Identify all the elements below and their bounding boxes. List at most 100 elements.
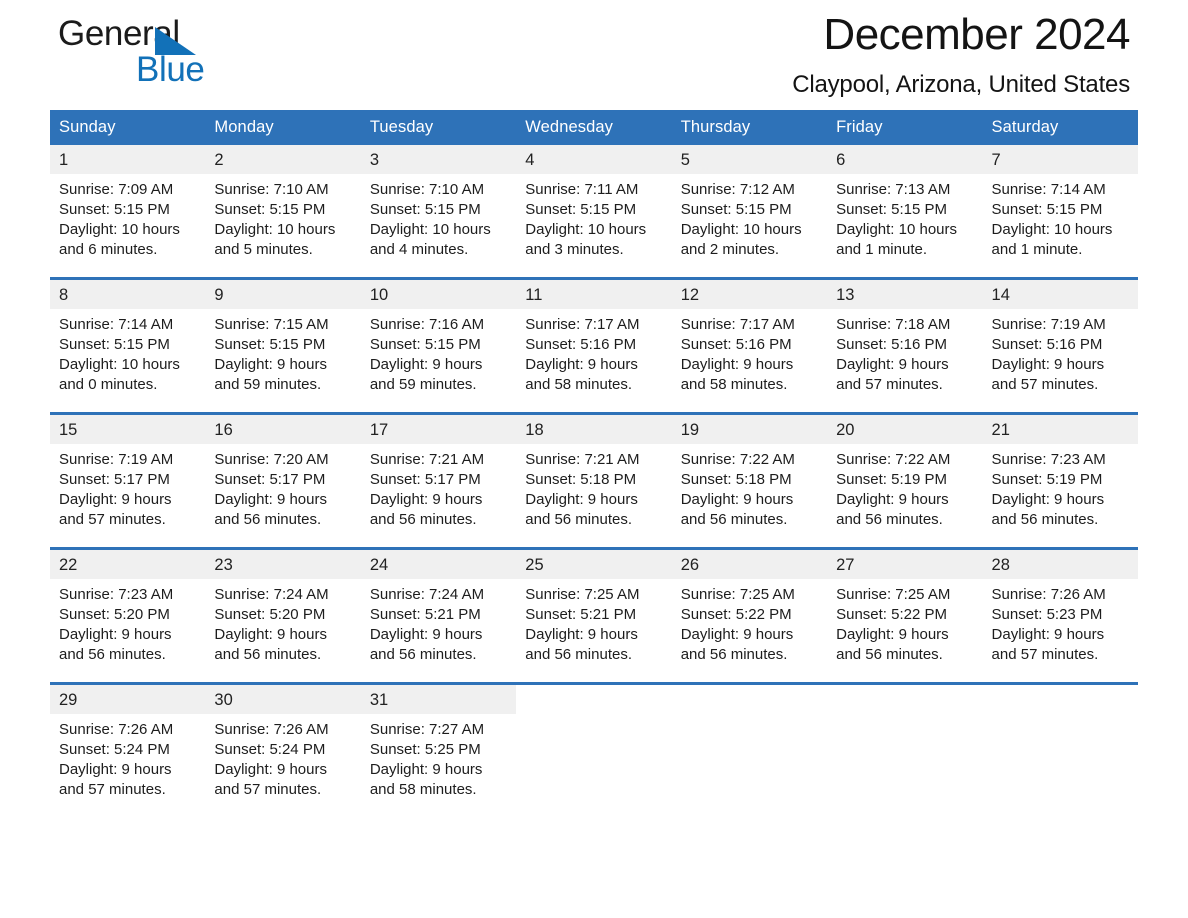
daylight-text-line1: Daylight: 10 hours	[836, 221, 958, 239]
weekday-header-monday: Monday	[205, 110, 361, 145]
day-number[interactable]: 25	[516, 546, 672, 579]
day-cell[interactable]: Sunrise: 7:23 AM Sunset: 5:19 PM Dayligh…	[982, 443, 1138, 549]
sunset-text: Sunset: 5:21 PM	[525, 605, 637, 623]
day-number[interactable]: 29	[50, 681, 206, 714]
daylight-text-line2: and 56 minutes.	[680, 510, 788, 528]
day-number[interactable]: 7	[982, 145, 1138, 175]
sunset-text: Sunset: 5:25 PM	[369, 740, 481, 758]
sunrise-text: Sunrise: 7:19 AM	[991, 316, 1106, 334]
day-cell[interactable]: Sunrise: 7:16 AM Sunset: 5:15 PM Dayligh…	[360, 309, 517, 414]
daylight-text-line2: and 56 minutes.	[991, 510, 1099, 528]
daylight-text-line1: Daylight: 10 hours	[214, 221, 336, 239]
day-cell[interactable]: Sunrise: 7:14 AM Sunset: 5:15 PM Dayligh…	[50, 309, 206, 414]
day-cell[interactable]: Sunrise: 7:14 AM Sunset: 5:15 PM Dayligh…	[982, 174, 1138, 279]
day-cell[interactable]: Sunrise: 7:17 AM Sunset: 5:16 PM Dayligh…	[671, 309, 828, 414]
day-number[interactable]: 1	[50, 145, 206, 175]
day-cell[interactable]: Sunrise: 7:25 AM Sunset: 5:21 PM Dayligh…	[516, 578, 672, 684]
day-cell[interactable]: Sunrise: 7:26 AM Sunset: 5:23 PM Dayligh…	[982, 578, 1138, 684]
day-number[interactable]: 6	[827, 145, 983, 175]
day-number[interactable]: 3	[360, 145, 517, 175]
daylight-text-line1: Daylight: 9 hours	[836, 625, 949, 643]
day-cell[interactable]: Sunrise: 7:12 AM Sunset: 5:15 PM Dayligh…	[671, 174, 828, 279]
sunset-text: Sunset: 5:16 PM	[680, 335, 792, 353]
day-cell-empty	[982, 713, 1138, 817]
sunset-text: Sunset: 5:15 PM	[369, 201, 481, 219]
sunset-text: Sunset: 5:15 PM	[59, 201, 170, 219]
day-number[interactable]: 11	[516, 276, 672, 310]
daylight-text-line1: Daylight: 9 hours	[369, 490, 483, 508]
day-number[interactable]: 17	[360, 411, 517, 444]
day-cell[interactable]: Sunrise: 7:13 AM Sunset: 5:15 PM Dayligh…	[827, 174, 983, 279]
daylight-text-line1: Daylight: 9 hours	[680, 355, 794, 373]
daylight-text-line1: Daylight: 9 hours	[680, 625, 794, 643]
daylight-text-line1: Daylight: 9 hours	[59, 760, 172, 778]
sunrise-text: Sunrise: 7:21 AM	[525, 450, 640, 468]
day-cell[interactable]: Sunrise: 7:27 AM Sunset: 5:25 PM Dayligh…	[360, 713, 517, 817]
day-number[interactable]: 4	[516, 145, 672, 175]
daylight-text-line2: and 57 minutes.	[59, 510, 166, 528]
logo-text-blue: Blue	[136, 50, 205, 89]
day-cell[interactable]: Sunrise: 7:10 AM Sunset: 5:15 PM Dayligh…	[205, 174, 361, 279]
day-number[interactable]: 30	[205, 681, 361, 714]
day-number[interactable]: 8	[50, 276, 206, 310]
day-number[interactable]: 2	[205, 145, 361, 175]
day-cell[interactable]: Sunrise: 7:22 AM Sunset: 5:18 PM Dayligh…	[671, 443, 828, 549]
day-number-empty	[827, 681, 983, 714]
day-number[interactable]: 27	[827, 546, 983, 579]
sunrise-text: Sunrise: 7:19 AM	[59, 450, 174, 468]
sunset-text: Sunset: 5:15 PM	[214, 201, 326, 219]
calendar-header-row: Sunday Monday Tuesday Wednesday Thursday…	[50, 110, 1138, 145]
week-daynum-row: 29 30 31	[50, 681, 1138, 714]
day-number[interactable]: 18	[516, 411, 672, 444]
day-cell[interactable]: Sunrise: 7:11 AM Sunset: 5:15 PM Dayligh…	[516, 174, 672, 279]
sunrise-text: Sunrise: 7:24 AM	[369, 585, 485, 603]
day-cell[interactable]: Sunrise: 7:21 AM Sunset: 5:18 PM Dayligh…	[516, 443, 672, 549]
day-number[interactable]: 21	[982, 411, 1138, 444]
day-number[interactable]: 16	[205, 411, 361, 444]
day-cell[interactable]: Sunrise: 7:17 AM Sunset: 5:16 PM Dayligh…	[516, 309, 672, 414]
day-cell[interactable]: Sunrise: 7:25 AM Sunset: 5:22 PM Dayligh…	[827, 578, 983, 684]
day-number[interactable]: 31	[360, 681, 517, 714]
day-number[interactable]: 24	[360, 546, 517, 579]
day-cell[interactable]: Sunrise: 7:21 AM Sunset: 5:17 PM Dayligh…	[360, 443, 517, 549]
day-number[interactable]: 23	[205, 546, 361, 579]
sunset-text: Sunset: 5:15 PM	[836, 201, 948, 219]
day-number[interactable]: 12	[671, 276, 828, 310]
day-cell[interactable]: Sunrise: 7:18 AM Sunset: 5:16 PM Dayligh…	[827, 309, 983, 414]
day-cell[interactable]: Sunrise: 7:10 AM Sunset: 5:15 PM Dayligh…	[360, 174, 517, 279]
day-cell[interactable]: Sunrise: 7:19 AM Sunset: 5:16 PM Dayligh…	[982, 309, 1138, 414]
daylight-text-line1: Daylight: 9 hours	[680, 490, 794, 508]
day-cell[interactable]: Sunrise: 7:15 AM Sunset: 5:15 PM Dayligh…	[205, 309, 361, 414]
daylight-text-line1: Daylight: 9 hours	[369, 355, 483, 373]
day-cell[interactable]: Sunrise: 7:20 AM Sunset: 5:17 PM Dayligh…	[205, 443, 361, 549]
day-cell[interactable]: Sunrise: 7:19 AM Sunset: 5:17 PM Dayligh…	[50, 443, 206, 549]
day-cell[interactable]: Sunrise: 7:23 AM Sunset: 5:20 PM Dayligh…	[50, 578, 206, 684]
day-number[interactable]: 5	[671, 145, 828, 175]
day-number[interactable]: 9	[205, 276, 361, 310]
day-number[interactable]: 19	[671, 411, 828, 444]
day-cell[interactable]: Sunrise: 7:22 AM Sunset: 5:19 PM Dayligh…	[827, 443, 983, 549]
day-cell[interactable]: Sunrise: 7:26 AM Sunset: 5:24 PM Dayligh…	[205, 713, 361, 817]
title-block: December 2024 Claypool, Arizona, United …	[792, 10, 1130, 99]
day-number[interactable]: 14	[982, 276, 1138, 310]
day-number[interactable]: 13	[827, 276, 983, 310]
day-cell-empty	[827, 713, 983, 817]
daylight-text-line1: Daylight: 9 hours	[214, 355, 327, 373]
day-cell[interactable]: Sunrise: 7:26 AM Sunset: 5:24 PM Dayligh…	[50, 713, 206, 817]
sunset-text: Sunset: 5:24 PM	[214, 740, 326, 758]
sunrise-text: Sunrise: 7:26 AM	[214, 720, 329, 738]
day-number[interactable]: 15	[50, 411, 206, 444]
day-cell[interactable]: Sunrise: 7:24 AM Sunset: 5:21 PM Dayligh…	[360, 578, 517, 684]
day-number[interactable]: 22	[50, 546, 206, 579]
day-cell[interactable]: Sunrise: 7:24 AM Sunset: 5:20 PM Dayligh…	[205, 578, 361, 684]
day-number[interactable]: 20	[827, 411, 983, 444]
sunrise-text: Sunrise: 7:22 AM	[680, 450, 795, 468]
day-number[interactable]: 26	[671, 546, 828, 579]
day-cell[interactable]: Sunrise: 7:25 AM Sunset: 5:22 PM Dayligh…	[671, 578, 828, 684]
day-cell[interactable]: Sunrise: 7:09 AM Sunset: 5:15 PM Dayligh…	[50, 174, 206, 279]
day-number[interactable]: 10	[360, 276, 517, 310]
daylight-text-line2: and 1 minute.	[836, 240, 928, 258]
daylight-text-line2: and 56 minutes.	[369, 510, 477, 528]
calendar-page: General Blue December 2024 Claypool, Ari…	[0, 0, 1188, 918]
day-number[interactable]: 28	[982, 546, 1138, 579]
